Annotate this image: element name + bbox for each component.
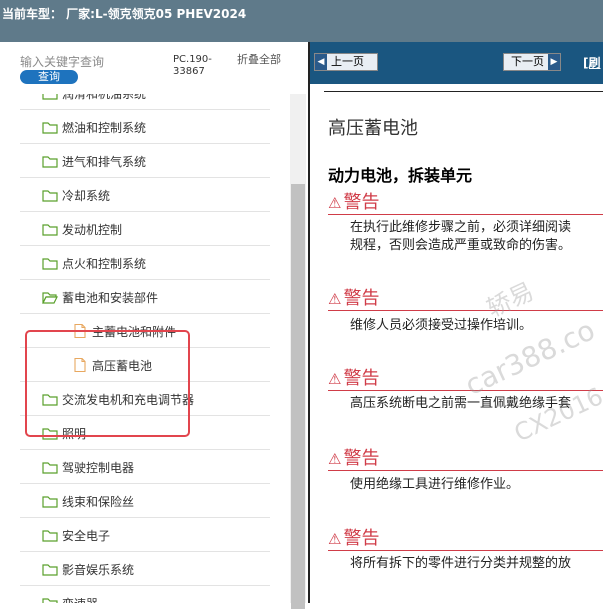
- tree-item-transmission[interactable]: 变速器: [20, 587, 270, 603]
- tree-item-driving-control[interactable]: 驾驶控制电器: [20, 451, 270, 484]
- content-panel: ◀ 上一页 下一页 ▶ [刷 高压蓄电池 动力电池，拆装单元 ⚠ 警告 在执行此维…: [308, 42, 603, 603]
- fold-all-button[interactable]: 折叠全部: [237, 54, 281, 66]
- tree-item-label: 冷却系统: [62, 189, 111, 203]
- folder-icon: [42, 154, 58, 168]
- tree-item-wiring-fuses[interactable]: 线束和保险丝: [20, 485, 270, 518]
- tree-item-battery[interactable]: 蓄电池和安装部件: [20, 281, 270, 314]
- tree-item-label: 润滑和机油系统: [62, 94, 147, 101]
- vehicle-title: 当前车型： 厂家:L-领克领克05 PHEV2024: [2, 7, 247, 21]
- tree-item-label: 高压蓄电池: [92, 359, 153, 373]
- folder-icon: [42, 94, 58, 100]
- folder-icon: [42, 494, 58, 508]
- sidebar: 查询 PC.190-33867 折叠全部 润滑和机油系统 燃油和控制系统 进气和…: [0, 42, 308, 609]
- warning-heading: ⚠ 警告: [328, 448, 380, 469]
- document-icon: [72, 323, 88, 339]
- warning-divider: [328, 310, 603, 311]
- warning-text: 规程，否则会造成严重或致命的伤害。: [350, 238, 572, 253]
- watermark-text: 轿易: [482, 277, 538, 323]
- tree-item-safety-electronics[interactable]: 安全电子: [20, 519, 270, 552]
- refresh-link[interactable]: [刷: [583, 54, 601, 71]
- nav-divider: [324, 91, 603, 92]
- warning-heading: ⚠ 警告: [328, 528, 380, 549]
- warning-icon: ⚠: [328, 450, 342, 468]
- document-icon: [72, 357, 88, 373]
- warning-text: 使用绝缘工具进行维修作业。: [350, 477, 520, 492]
- warning-text: 将所有拆下的零件进行分类并规整的放: [350, 556, 572, 571]
- pc-code: PC.190-33867: [173, 54, 212, 77]
- warning-divider: [328, 550, 603, 551]
- folder-icon: [42, 222, 58, 236]
- folder-icon: [42, 256, 58, 270]
- tree-item-fuel[interactable]: 燃油和控制系统: [20, 111, 270, 144]
- tree-item-lubrication[interactable]: 润滑和机油系统: [20, 94, 270, 110]
- tree-item-label: 进气和排气系统: [62, 155, 147, 169]
- arrow-left-icon: ◀: [315, 54, 327, 70]
- warning-heading: ⚠ 警告: [328, 288, 380, 309]
- tree-item-infotainment[interactable]: 影音娱乐系统: [20, 553, 270, 586]
- warning-icon: ⚠: [328, 290, 342, 308]
- tree-item-main-battery[interactable]: 主蓄电池和附件: [20, 315, 270, 348]
- tree-item-label: 线束和保险丝: [62, 495, 135, 509]
- tree-item-label: 影音娱乐系统: [62, 563, 135, 577]
- search-area: 查询 PC.190-33867 折叠全部: [0, 42, 308, 94]
- tree-item-hv-battery[interactable]: 高压蓄电池: [20, 349, 270, 382]
- warning-icon: ⚠: [328, 194, 342, 212]
- tree-scrollbar-thumb[interactable]: [291, 184, 305, 609]
- warning-heading: ⚠ 警告: [328, 192, 380, 213]
- tree-item-label: 安全电子: [62, 529, 111, 543]
- doc-title: 高压蓄电池: [328, 118, 418, 139]
- search-button[interactable]: 查询: [20, 70, 78, 84]
- warning-icon: ⚠: [328, 370, 342, 388]
- folder-open-icon: [42, 290, 58, 304]
- warning-icon: ⚠: [328, 530, 342, 548]
- prev-page-button[interactable]: ◀ 上一页: [314, 53, 378, 71]
- tree-item-label: 照明: [62, 427, 87, 441]
- tree-item-cooling[interactable]: 冷却系统: [20, 179, 270, 212]
- tree-item-label: 点火和控制系统: [62, 257, 147, 271]
- nav-bar: ◀ 上一页 下一页 ▶ [刷: [310, 42, 603, 84]
- tree-item-engine-control[interactable]: 发动机控制: [20, 213, 270, 246]
- tree-item-label: 变速器: [62, 595, 98, 603]
- warning-divider: [328, 390, 603, 391]
- tree-item-ignition[interactable]: 点火和控制系统: [20, 247, 270, 280]
- tree-item-alternator[interactable]: 交流发电机和充电调节器: [20, 383, 270, 416]
- watermark-text: CX2016: [510, 382, 603, 448]
- warning-divider: [328, 470, 603, 471]
- folder-icon: [42, 528, 58, 542]
- folder-icon: [42, 188, 58, 202]
- category-tree: 润滑和机油系统 燃油和控制系统 进气和排气系统 冷却系统 发动机控制 点火和控制…: [0, 94, 290, 603]
- search-input[interactable]: [20, 55, 170, 69]
- warning-divider: [328, 214, 603, 215]
- warning-heading: ⚠ 警告: [328, 368, 380, 389]
- folder-icon: [42, 460, 58, 474]
- tree-item-label: 交流发电机和充电调节器: [62, 393, 195, 407]
- tree-item-label: 蓄电池和安装部件: [62, 291, 159, 305]
- tree-item-label: 主蓄电池和附件: [92, 325, 177, 339]
- arrow-right-icon: ▶: [548, 54, 560, 70]
- warning-text: 在执行此维修步骤之前，必须详细阅读: [350, 220, 572, 235]
- section-title: 动力电池，拆装单元: [328, 166, 473, 185]
- tree-item-intake-exhaust[interactable]: 进气和排气系统: [20, 145, 270, 178]
- next-page-button[interactable]: 下一页 ▶: [503, 53, 561, 71]
- tree-item-label: 燃油和控制系统: [62, 121, 147, 135]
- tree-item-label: 驾驶控制电器: [62, 461, 135, 475]
- folder-icon: [42, 392, 58, 406]
- folder-icon: [42, 426, 58, 440]
- folder-icon: [42, 120, 58, 134]
- folder-icon: [42, 596, 58, 603]
- title-bar: 当前车型： 厂家:L-领克领克05 PHEV2024: [0, 0, 603, 42]
- tree-item-lighting[interactable]: 照明: [20, 417, 270, 450]
- folder-icon: [42, 562, 58, 576]
- tree-item-label: 发动机控制: [62, 223, 123, 237]
